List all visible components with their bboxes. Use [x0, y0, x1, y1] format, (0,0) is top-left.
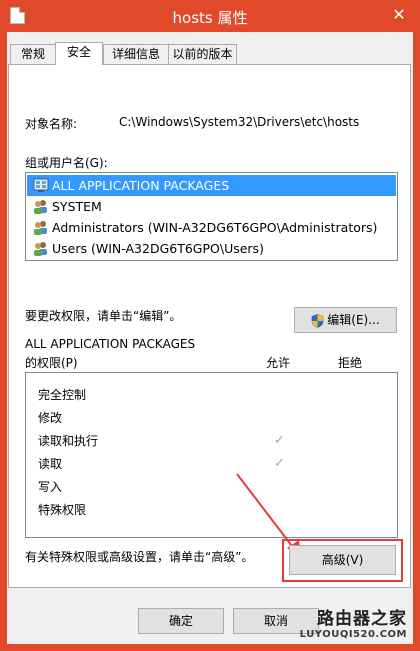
watermark-url: LUYOUQI520.COM — [299, 629, 407, 640]
properties-window: hosts 属性 ✕ 常规 安全 详细信息 以前的版本 对象名称: C:\Win… — [0, 0, 420, 651]
dialog-client-area: 常规 安全 详细信息 以前的版本 对象名称: C:\Windows\System… — [7, 32, 413, 644]
permissions-label: 的权限(P) — [25, 356, 78, 370]
watermark-title: 路由器之家 — [317, 609, 407, 629]
object-name-label: 对象名称: — [25, 117, 78, 131]
site-watermark: 路由器之家 LUYOUQI520.COM — [300, 604, 407, 640]
tab-general[interactable]: 常规 — [10, 44, 56, 64]
ok-button[interactable]: 确定 — [138, 608, 224, 634]
permissions-list[interactable]: 完全控制 修改 读取和执行 ✓ 读取 ✓ 写入 特殊权限 — [25, 372, 398, 538]
window-title: hosts 属性 — [172, 9, 248, 27]
group-user-list[interactable]: ALL APPLICATION PACKAGES SYSTEM Administ… — [25, 172, 398, 261]
tab-security[interactable]: 安全 — [55, 42, 103, 65]
edit-button-label: 编辑(E)... — [327, 313, 380, 327]
list-item-label: SYSTEM — [52, 199, 102, 214]
advanced-hint-text: 有关特殊权限或高级设置，请单击“高级”。 — [25, 550, 254, 564]
list-item-label: Administrators (WIN-A32DG6T6GPO\Administ… — [52, 220, 378, 235]
tab-details[interactable]: 详细信息 — [103, 44, 169, 64]
users-icon — [34, 242, 47, 256]
permission-name: 读取和执行 — [38, 434, 99, 448]
permissions-for-label: ALL APPLICATION PACKAGES — [25, 337, 196, 351]
list-item-system[interactable]: SYSTEM — [27, 196, 396, 217]
permission-row-read: 读取 ✓ — [38, 453, 378, 475]
group-or-user-label: 组或用户名(G): — [25, 156, 108, 170]
permission-name: 写入 — [38, 480, 63, 494]
permission-name: 特殊权限 — [38, 503, 87, 517]
permission-name: 修改 — [38, 411, 63, 425]
permission-row-write: 写入 — [38, 476, 378, 498]
object-name-value: C:\Windows\System32\Drivers\etc\hosts — [119, 115, 360, 129]
title-bar[interactable]: hosts 属性 ✕ — [0, 0, 420, 32]
permission-row-full-control: 完全控制 — [38, 384, 378, 406]
users-icon — [34, 221, 47, 235]
list-item-label: Users (WIN-A32DG6T6GPO\Users) — [52, 241, 264, 256]
permission-row-modify: 修改 — [38, 407, 378, 429]
edit-hint-text: 要更改权限，请单击“编辑”。 — [25, 309, 182, 323]
uac-shield-icon — [311, 313, 324, 328]
list-item-administrators[interactable]: Administrators (WIN-A32DG6T6GPO\Administ… — [27, 217, 396, 238]
security-tab-panel: 对象名称: C:\Windows\System32\Drivers\etc\ho… — [8, 64, 411, 588]
permission-row-special: 特殊权限 — [38, 499, 378, 521]
tab-previous-versions[interactable]: 以前的版本 — [168, 44, 237, 64]
allow-check-icon: ✓ — [274, 433, 285, 448]
advanced-button[interactable]: 高级(V) — [289, 545, 396, 575]
close-button[interactable]: ✕ — [388, 4, 410, 26]
list-item-all-application-packages[interactable]: ALL APPLICATION PACKAGES — [27, 175, 396, 196]
list-item-users[interactable]: Users (WIN-A32DG6T6GPO\Users) — [27, 238, 396, 259]
packages-icon — [33, 178, 49, 192]
permission-name: 读取 — [38, 457, 63, 471]
users-icon — [34, 200, 47, 214]
deny-column-header: 拒绝 — [338, 356, 363, 370]
permission-row-read-execute: 读取和执行 ✓ — [38, 430, 378, 452]
permission-name: 完全控制 — [38, 388, 87, 402]
allow-column-header: 允许 — [266, 356, 291, 370]
list-item-label: ALL APPLICATION PACKAGES — [52, 178, 230, 193]
edit-button[interactable]: 编辑(E)... — [294, 307, 397, 333]
